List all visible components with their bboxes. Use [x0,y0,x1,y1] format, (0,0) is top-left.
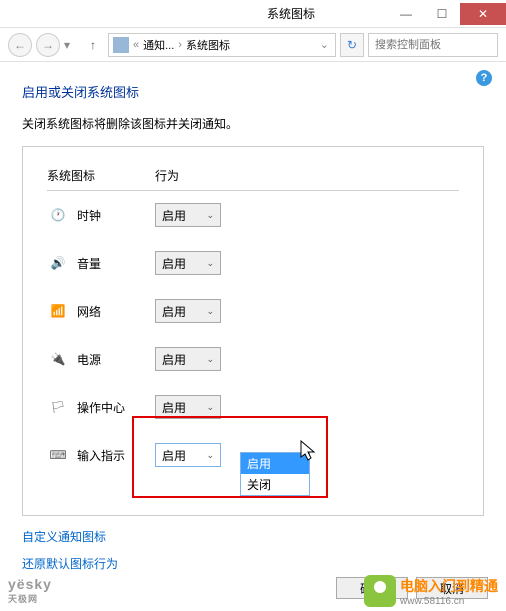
row-label: 时钟 [69,207,155,224]
customize-link[interactable]: 自定义通知图标 [22,528,484,545]
table-header: 系统图标 行为 [47,167,459,191]
icon-row-power: 🔌 电源 启用⌄ [47,335,459,383]
volume-icon: 🔊 [47,255,69,271]
page-title: 启用或关闭系统图标 [22,82,484,101]
chevron-down-icon: ⌄ [206,354,214,365]
dropdown-menu: 启用 关闭 [240,452,310,496]
behavior-select[interactable]: 启用⌄ [155,347,221,371]
chevron-down-icon: ⌄ [206,210,214,221]
links-section: 自定义通知图标 还原默认图标行为 [22,528,484,572]
icon-row-volume: 🔊 音量 启用⌄ [47,239,459,287]
dropdown-option-disable[interactable]: 关闭 [241,474,309,495]
chevron-down-icon: ⌄ [206,402,214,413]
restore-defaults-link[interactable]: 还原默认图标行为 [22,555,484,572]
page-description: 关闭系统图标将删除该图标并关闭通知。 [22,115,484,132]
chevron-down-icon: ⌄ [206,306,214,317]
history-dropdown-icon[interactable]: ▾ [64,38,78,52]
behavior-select[interactable]: 启用⌄ [155,203,221,227]
column-header-icon: 系统图标 [47,167,155,184]
up-button[interactable]: ↑ [82,34,104,56]
icon-row-clock: 🕐 时钟 启用⌄ [47,191,459,239]
forward-button[interactable]: → [36,33,60,57]
chevron-right-icon: › [176,39,184,51]
help-icon[interactable]: ? [476,70,492,86]
row-label: 输入指示 [69,447,155,464]
clock-icon: 🕐 [47,207,69,223]
search-input[interactable] [368,33,498,57]
power-icon: 🔌 [47,351,69,367]
keyboard-icon: ⌨ [47,447,69,463]
location-icon [113,37,129,53]
behavior-select[interactable]: 启用⌄ [155,299,221,323]
icon-row-action-center: 🏳 操作中心 启用⌄ [47,383,459,431]
titlebar: 系统图标 — ☐ ✕ [0,0,506,28]
breadcrumb-item[interactable]: 系统图标 [186,37,230,53]
chevron-right-icon: « [131,39,141,51]
behavior-select-open[interactable]: 启用⌄ [155,443,221,467]
behavior-select[interactable]: 启用⌄ [155,395,221,419]
content-area: ? 启用或关闭系统图标 关闭系统图标将删除该图标并关闭通知。 系统图标 行为 🕐… [0,62,506,592]
navbar: ← → ▾ ↑ « 通知... › 系统图标 ⌄ ↻ [0,28,506,62]
minimize-button[interactable]: — [388,3,424,25]
row-label: 音量 [69,255,155,272]
icon-row-network: 📶 网络 启用⌄ [47,287,459,335]
maximize-button[interactable]: ☐ [424,3,460,25]
dropdown-option-enable[interactable]: 启用 [241,453,309,474]
close-button[interactable]: ✕ [460,3,506,25]
refresh-button[interactable]: ↻ [340,33,364,57]
chevron-down-icon: ⌄ [206,450,214,461]
network-icon: 📶 [47,303,69,319]
row-label: 电源 [69,351,155,368]
row-label: 操作中心 [69,399,155,416]
chevron-down-icon: ⌄ [206,258,214,269]
watermark-logo-icon [364,575,396,607]
behavior-select[interactable]: 启用⌄ [155,251,221,275]
column-header-behavior: 行为 [155,167,179,184]
flag-icon: 🏳 [47,399,69,415]
row-label: 网络 [69,303,155,320]
breadcrumb[interactable]: « 通知... › 系统图标 ⌄ [108,33,336,57]
window-controls: — ☐ ✕ [388,3,506,25]
window-title: 系统图标 [194,5,388,22]
breadcrumb-item[interactable]: 通知... [143,37,174,53]
back-button[interactable]: ← [8,33,32,57]
watermark-yesky: yësky 天极网 [8,576,52,605]
watermark-58116: 电脑入门到精通 www.58116.cn [364,575,498,607]
chevron-down-icon[interactable]: ⌄ [318,38,331,51]
